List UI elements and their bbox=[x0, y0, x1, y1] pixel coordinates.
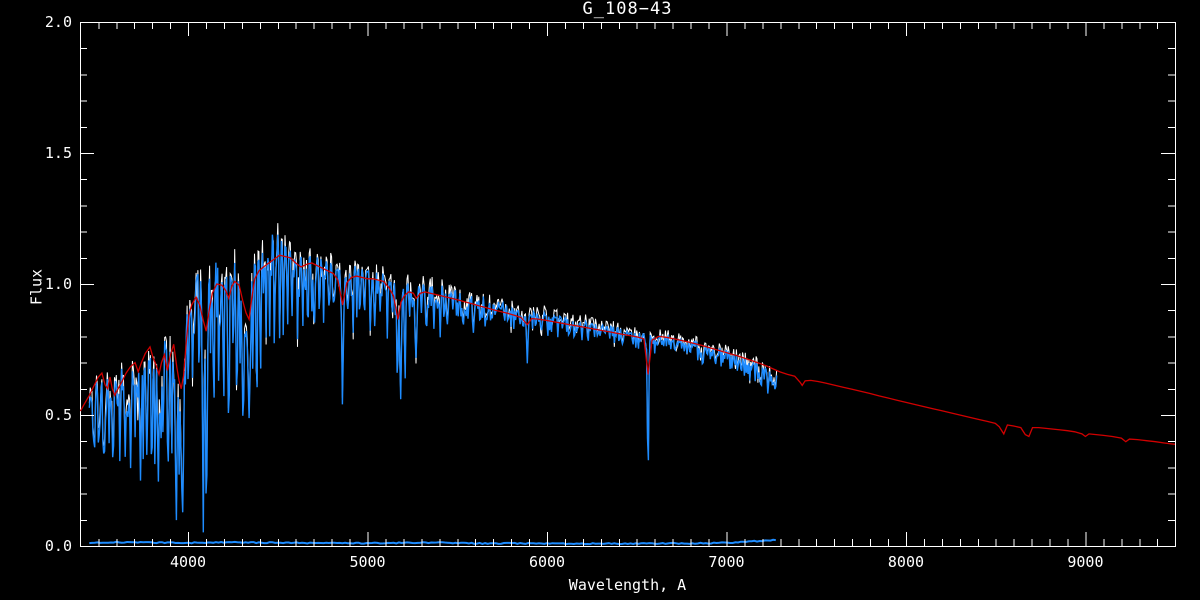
x-tick-label: 6000 bbox=[529, 553, 565, 571]
y-tick-label: 2.0 bbox=[45, 13, 72, 31]
plot-canvas: 4000 5000 6000 7000 8000 9000 0.0 0.5 1.0 1.5 2.0 bbox=[45, 13, 1176, 571]
spectral-plot: 4000 5000 6000 7000 8000 9000 0.0 0.5 1.0 1.5 2.0 … bbox=[0, 0, 1200, 600]
plot-border bbox=[80, 22, 1176, 547]
plot-title: G_108−43 bbox=[582, 0, 673, 19]
y-tick-label: 1.5 bbox=[45, 144, 72, 162]
y-tick-label: 0.0 bbox=[45, 537, 72, 555]
y-tick-label: 1.0 bbox=[45, 275, 72, 293]
x-tick-label: 7000 bbox=[708, 553, 744, 571]
x-tick-label: 9000 bbox=[1067, 553, 1103, 571]
x-tick-label: 4000 bbox=[170, 553, 206, 571]
x-tick-label: 8000 bbox=[888, 553, 924, 571]
y-tick-label: 0.5 bbox=[45, 406, 72, 424]
x-axis-label: Wavelength, A bbox=[568, 576, 687, 594]
y-axis-label: Flux bbox=[27, 268, 46, 306]
x-tick-label: 5000 bbox=[349, 553, 385, 571]
